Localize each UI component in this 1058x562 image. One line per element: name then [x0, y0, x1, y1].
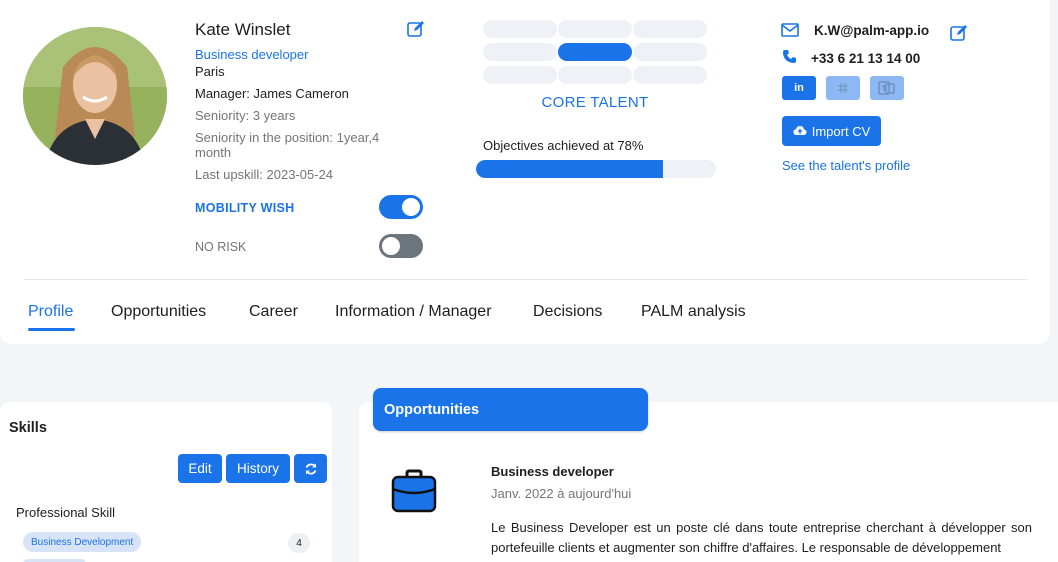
contact-email[interactable]: K.W@palm-app.io [814, 23, 929, 38]
skills-history-button[interactable]: History [226, 454, 290, 483]
skills-edit-button[interactable]: Edit [178, 454, 222, 483]
objectives-progress [476, 160, 716, 178]
divider [24, 279, 1027, 280]
opportunities-header: Opportunities [373, 388, 648, 431]
tab-palm-analysis[interactable]: PALM analysis [641, 303, 746, 321]
talent-manager: Manager: James Cameron [195, 86, 349, 101]
objectives-progress-fill [476, 160, 664, 178]
mail-icon [781, 22, 799, 43]
linkedin-button[interactable]: in [782, 76, 816, 100]
talent-name: Kate Winslet [195, 20, 291, 39]
teams-icon [878, 81, 895, 95]
talent-grid-cell [483, 20, 557, 38]
contact-phone[interactable]: +33 6 21 13 14 00 [811, 51, 920, 66]
slack-button[interactable] [826, 76, 860, 100]
avatar [23, 27, 167, 165]
skills-refresh-button[interactable] [294, 454, 327, 483]
teams-button[interactable] [870, 76, 904, 100]
last-upskill: Last upskill: 2023-05-24 [195, 167, 334, 182]
opportunity-date: Janv. 2022 à aujourd'hui [491, 486, 632, 501]
import-cv-button[interactable]: Import CV [782, 116, 881, 146]
no-risk-label: NO RISK [195, 240, 247, 254]
toggle-knob [382, 237, 400, 255]
cloud-upload-icon [793, 126, 807, 135]
toggle-knob [402, 198, 420, 216]
import-cv-label: Import CV [811, 123, 871, 139]
skills-title: Skills [9, 420, 47, 436]
slack-icon [838, 83, 848, 93]
talent-grid-cell [558, 20, 632, 38]
risk-toggle[interactable] [379, 234, 423, 258]
talent-grid-cell [558, 66, 632, 84]
see-talent-profile-link[interactable]: See the talent's profile [782, 158, 910, 173]
tab-opportunities[interactable]: Opportunities [111, 303, 206, 321]
opportunity-description: Le Business Developer est un poste clé d… [491, 520, 1032, 555]
seniority: Seniority: 3 years [195, 108, 296, 123]
mobility-wish-label: MOBILITY WISH [195, 201, 295, 215]
edit-contact-icon[interactable] [949, 23, 969, 43]
talent-category: CORE TALENT [541, 94, 649, 111]
tab-career[interactable]: Career [249, 303, 298, 321]
seniority-position: Seniority in the position: 1year,4 month [195, 130, 380, 160]
talent-grid-cell-active [558, 43, 632, 61]
briefcase-icon [391, 469, 437, 518]
refresh-icon [305, 463, 316, 474]
talent-city: Paris [195, 64, 225, 79]
phone-icon [782, 49, 797, 69]
skill-count-badge: 4 [288, 533, 310, 553]
active-tab-indicator [28, 328, 75, 331]
skill-chip[interactable]: Business Development [23, 532, 142, 552]
tab-decisions[interactable]: Decisions [533, 303, 602, 321]
edit-icon[interactable] [406, 19, 426, 39]
linkedin-icon: in [794, 82, 804, 94]
talent-grid-cell [483, 66, 557, 84]
talent-grid-cell [633, 43, 707, 61]
mobility-wish-toggle[interactable] [379, 195, 423, 219]
tab-profile[interactable]: Profile [28, 303, 73, 321]
talent-grid-cell [483, 43, 557, 61]
talent-grid-cell [633, 66, 707, 84]
professional-skill-label: Professional Skill [16, 505, 115, 520]
tab-information-manager[interactable]: Information / Manager [335, 303, 492, 321]
talent-role: Business developer [195, 47, 309, 62]
talent-grid-cell [633, 20, 707, 38]
objectives-label: Objectives achieved at 78% [483, 138, 644, 153]
opportunity-title: Business developer [491, 464, 614, 479]
